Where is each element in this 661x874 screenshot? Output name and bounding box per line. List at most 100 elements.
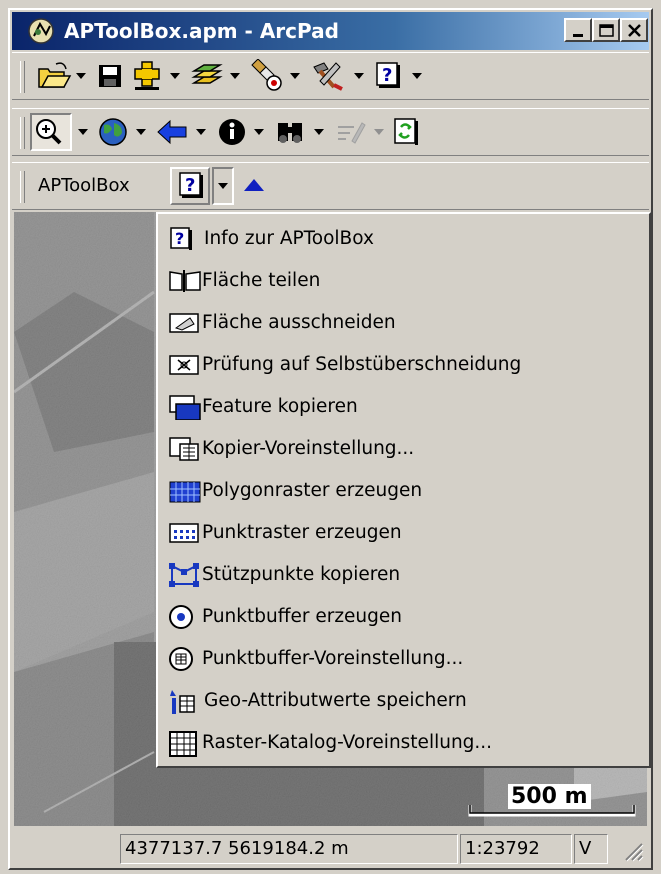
minimize-button[interactable] xyxy=(564,18,592,42)
zoom-in-button[interactable] xyxy=(30,113,72,151)
menu-item-label: Fläche ausschneiden xyxy=(202,312,396,333)
menu-item-label: Punktraster erzeugen xyxy=(202,522,402,543)
menu-item-label: Prüfung auf Selbstüberschneidung xyxy=(202,354,522,375)
chevron-down-icon[interactable] xyxy=(196,129,206,135)
chevron-down-icon[interactable] xyxy=(314,129,324,135)
minimize-icon xyxy=(573,34,583,37)
tools-hammer-icon xyxy=(313,62,343,91)
add-layer-button[interactable] xyxy=(130,59,164,93)
chevron-down-icon[interactable] xyxy=(354,73,364,79)
menu-item-label: Polygonraster erzeugen xyxy=(202,480,423,501)
chevron-down-icon[interactable] xyxy=(254,129,264,135)
help-icon: ? xyxy=(179,172,203,198)
aptoolbox-dropdown-button[interactable] xyxy=(212,167,234,205)
menu-item-point-buffer[interactable]: Punktbuffer erzeugen xyxy=(168,598,643,636)
chevron-down-icon[interactable] xyxy=(136,129,146,135)
toolbar-aptoolbox: APToolBox ? xyxy=(12,162,649,210)
point-buffer-settings-icon xyxy=(169,647,193,671)
save-button[interactable] xyxy=(96,59,126,93)
chevron-down-icon[interactable] xyxy=(230,73,240,79)
close-icon xyxy=(628,24,641,37)
chevron-down-icon[interactable] xyxy=(170,73,180,79)
menu-item-raster-catalog-settings[interactable]: Raster-Katalog-Voreinstellung... xyxy=(168,724,643,762)
arcpad-window: APToolBox.apm - ArcPad ? APToolBox ? 500… xyxy=(0,0,661,874)
chevron-down-icon[interactable] xyxy=(78,129,88,135)
edit-button[interactable] xyxy=(332,115,368,149)
aptoolbox-help-button[interactable]: ? xyxy=(170,167,210,205)
scale-panel[interactable]: 1:23792 xyxy=(460,834,572,864)
copy-settings-icon xyxy=(169,437,199,461)
resize-grip-icon[interactable] xyxy=(622,840,644,862)
full-extent-button[interactable] xyxy=(96,115,130,149)
menu-item-label: Feature kopieren xyxy=(202,396,358,417)
toolbar-file: ? xyxy=(12,52,649,100)
svg-text:?: ? xyxy=(175,229,184,248)
aptoolbox-menu: ? Info zur APToolBox Fläche teilen Fläch… xyxy=(156,212,651,768)
point-raster-icon xyxy=(169,523,199,543)
help-button[interactable]: ? xyxy=(374,59,404,93)
menu-item-label: Punktbuffer-Voreinstellung... xyxy=(202,648,464,669)
mode-indicator: V xyxy=(579,838,592,859)
binoculars-icon xyxy=(278,123,302,143)
layers-icon xyxy=(191,64,223,84)
svg-text:?: ? xyxy=(185,175,195,196)
tools-button[interactable] xyxy=(308,59,346,93)
chevron-down-icon[interactable] xyxy=(290,73,300,79)
add-layer-icon xyxy=(134,61,160,90)
layers-button[interactable] xyxy=(190,59,224,93)
chevron-down-icon[interactable] xyxy=(374,129,384,135)
split-polygon-icon xyxy=(169,270,201,292)
cut-polygon-icon xyxy=(169,313,199,333)
refresh-button[interactable] xyxy=(392,115,422,149)
open-button[interactable] xyxy=(36,59,72,93)
menu-item-split-polygon[interactable]: Fläche teilen xyxy=(168,262,643,300)
menu-item-polygon-raster[interactable]: Polygonraster erzeugen xyxy=(168,472,643,510)
maximize-button[interactable] xyxy=(592,18,620,42)
find-button[interactable] xyxy=(274,115,308,149)
menu-item-label: Punktbuffer erzeugen xyxy=(202,606,402,627)
gps-button[interactable] xyxy=(248,59,284,93)
toolbar-navigation xyxy=(12,108,649,156)
status-bar: 4377137.7 5619184.2 m 1:23792 V xyxy=(12,828,649,868)
menu-item-self-intersection[interactable]: Prüfung auf Selbstüberschneidung xyxy=(168,346,643,384)
arcpad-app-icon xyxy=(28,18,54,44)
polygon-raster-icon xyxy=(169,481,201,503)
title-bar[interactable]: APToolBox.apm - ArcPad xyxy=(12,12,649,50)
save-geo-attributes-icon xyxy=(170,690,195,714)
identify-button[interactable] xyxy=(216,115,248,149)
mode-panel: V xyxy=(574,834,608,864)
map-scale-readout: 1:23792 xyxy=(465,838,540,859)
scale-bar-label: 500 m xyxy=(508,784,591,809)
copy-vertices-icon xyxy=(169,563,199,587)
chevron-down-icon[interactable] xyxy=(76,73,86,79)
toolbar-grip[interactable] xyxy=(20,117,25,149)
menu-item-copy-feature[interactable]: Feature kopieren xyxy=(168,388,643,426)
open-folder-icon xyxy=(38,62,72,88)
zoom-in-icon xyxy=(36,119,62,145)
menu-item-info[interactable]: ? Info zur APToolBox xyxy=(168,220,643,258)
collapse-up-icon[interactable] xyxy=(244,179,264,191)
raster-catalog-settings-icon xyxy=(169,731,197,757)
info-icon xyxy=(219,119,245,145)
menu-item-save-geo-attributes[interactable]: Geo-Attributwerte speichern xyxy=(168,682,643,720)
refresh-icon xyxy=(394,118,418,145)
menu-item-label: Info zur APToolBox xyxy=(204,228,374,249)
menu-item-label: Fläche teilen xyxy=(202,270,321,291)
menu-item-point-raster[interactable]: Punktraster erzeugen xyxy=(168,514,643,552)
menu-item-point-buffer-settings[interactable]: Punktbuffer-Voreinstellung... xyxy=(168,640,643,678)
coordinates-panel: 4377137.7 5619184.2 m xyxy=(120,834,458,864)
menu-item-label: Geo-Attributwerte speichern xyxy=(204,690,467,711)
close-button[interactable] xyxy=(620,18,648,42)
arrow-left-icon xyxy=(157,119,187,145)
toolbar-grip[interactable] xyxy=(20,61,25,93)
previous-extent-button[interactable] xyxy=(156,115,190,149)
copy-feature-icon xyxy=(169,395,201,420)
chevron-down-icon[interactable] xyxy=(412,73,422,79)
menu-item-label: Stützpunkte kopieren xyxy=(202,564,401,585)
menu-item-copy-settings[interactable]: Kopier-Voreinstellung... xyxy=(168,430,643,468)
toolbar-grip[interactable] xyxy=(20,171,25,203)
window-title: APToolBox.apm - ArcPad xyxy=(64,19,339,43)
menu-item-cut-polygon[interactable]: Fläche ausschneiden xyxy=(168,304,643,342)
menu-item-label: Kopier-Voreinstellung... xyxy=(202,438,415,459)
menu-item-copy-vertices[interactable]: Stützpunkte kopieren xyxy=(168,556,643,594)
